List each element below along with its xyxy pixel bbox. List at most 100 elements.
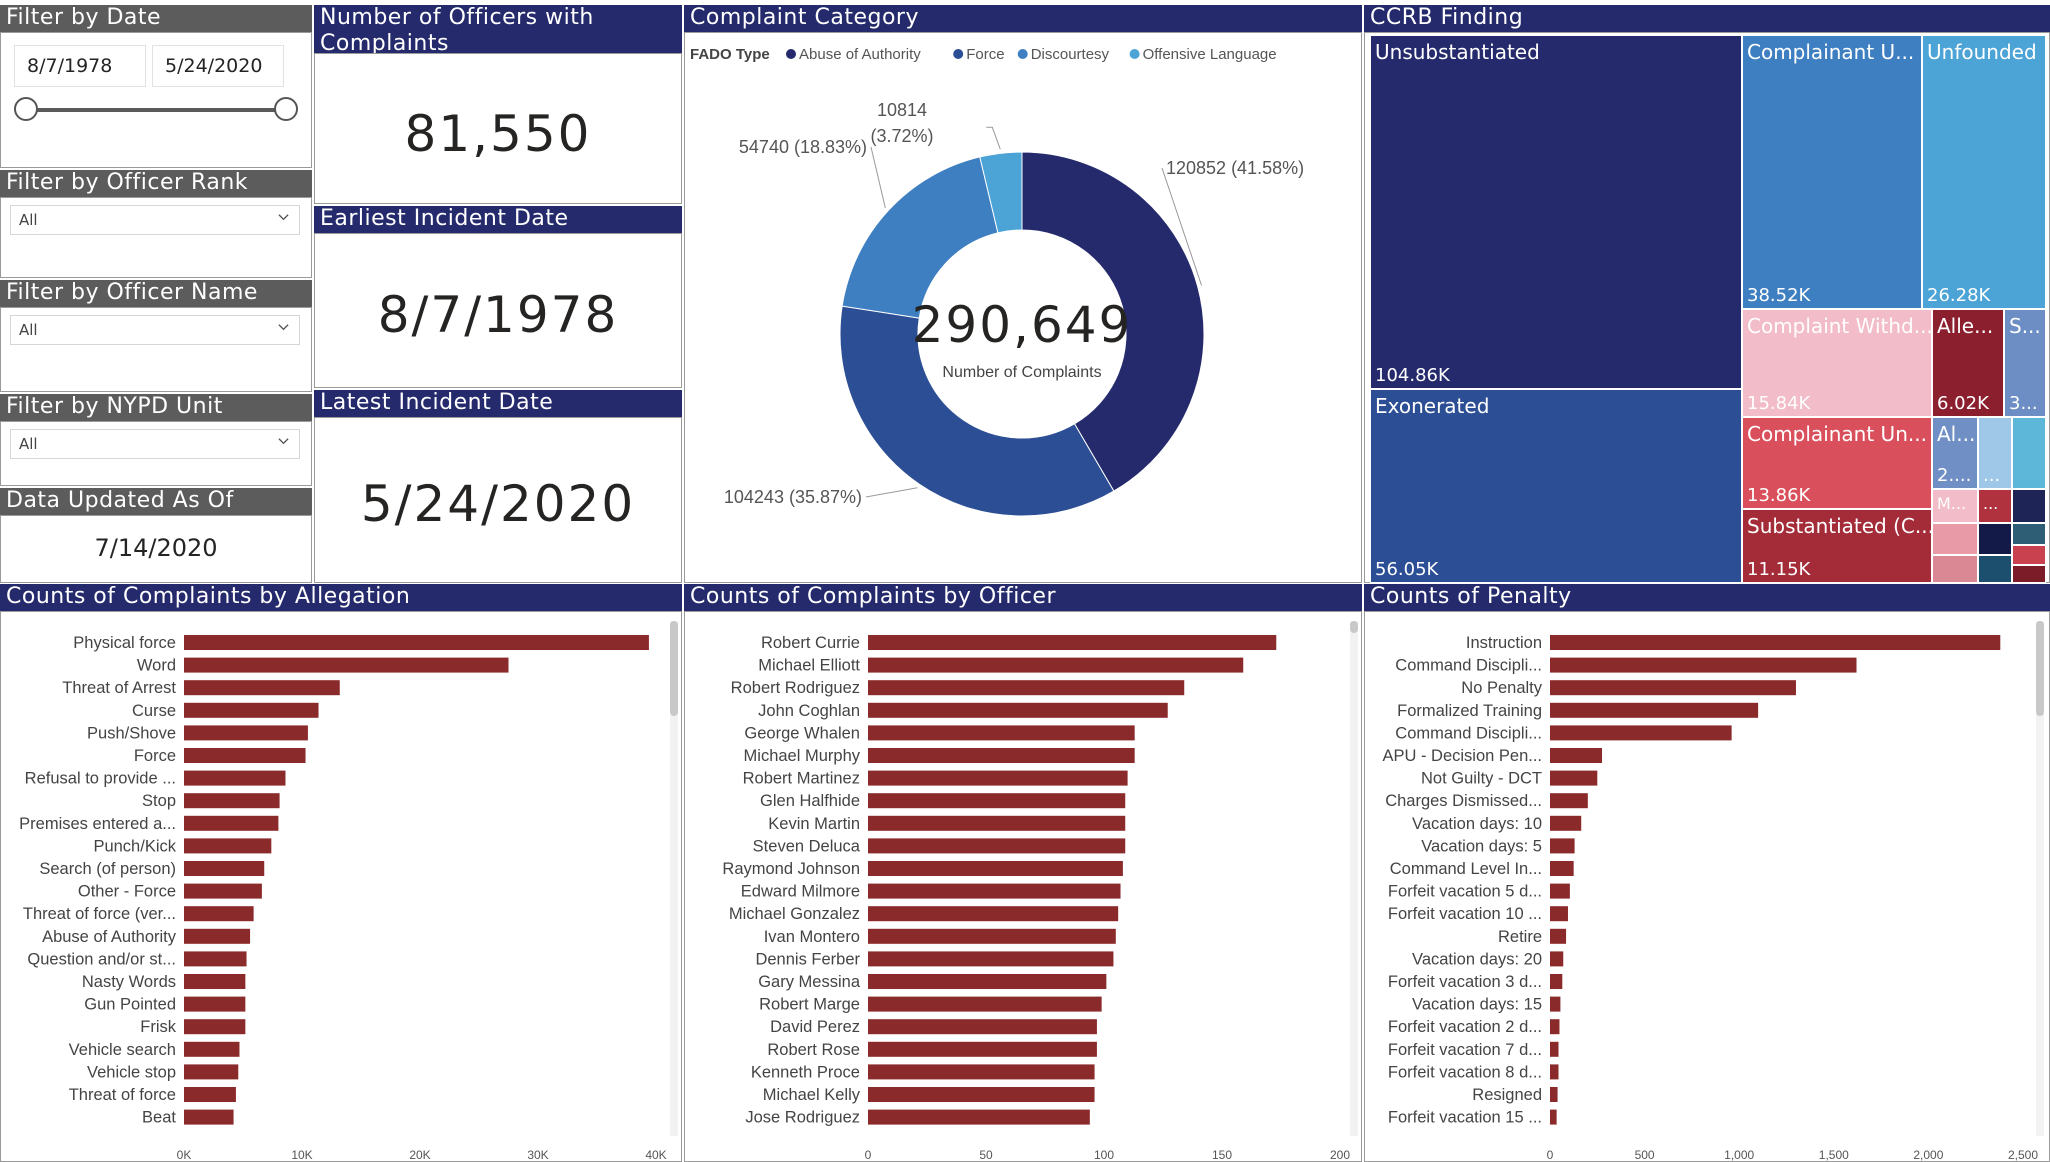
bar[interactable]: [184, 1019, 246, 1035]
treemap-tile-small-5[interactable]: [1932, 523, 1978, 555]
bar[interactable]: [868, 680, 1185, 696]
treemap-tile-unsubstantiated[interactable]: Unsubstantiated 104.86K: [1370, 35, 1742, 389]
bar[interactable]: [1550, 702, 1759, 718]
donut-slice[interactable]: [841, 156, 999, 319]
bar[interactable]: [184, 838, 272, 854]
bar[interactable]: [1550, 793, 1588, 809]
date-slider-start-handle[interactable]: [14, 97, 38, 121]
bar[interactable]: [184, 793, 280, 809]
bar[interactable]: [184, 906, 254, 922]
treemap-tile-small-10[interactable]: [2012, 545, 2046, 565]
bar[interactable]: [1550, 815, 1582, 831]
bar[interactable]: [1550, 1087, 1558, 1102]
bar[interactable]: [1550, 861, 1574, 876]
rank-dropdown[interactable]: All: [10, 205, 300, 235]
bar[interactable]: [1550, 996, 1561, 1012]
treemap-tile-small-4[interactable]: [2012, 489, 2046, 523]
bar[interactable]: [184, 1041, 240, 1057]
date-slider-track[interactable]: [28, 108, 286, 112]
bar[interactable]: [868, 974, 1107, 989]
officer-scroll-thumb[interactable]: [1350, 621, 1358, 633]
bar[interactable]: [184, 951, 247, 967]
bar[interactable]: [868, 815, 1126, 831]
bar[interactable]: [868, 1109, 1090, 1125]
allegation-bar-chart[interactable]: Physical force Word Threat of Arrest Curse P…: [0, 611, 682, 1162]
bar[interactable]: [1550, 1109, 1557, 1125]
bar[interactable]: [868, 635, 1277, 650]
start-date-input[interactable]: 8/7/1978: [14, 45, 146, 87]
bar[interactable]: [868, 770, 1128, 786]
bar[interactable]: [184, 725, 308, 741]
legend-item[interactable]: Force: [966, 46, 1004, 63]
bar[interactable]: [1550, 657, 1857, 673]
bar[interactable]: [1550, 1019, 1560, 1035]
bar[interactable]: [184, 1087, 236, 1102]
bar[interactable]: [184, 702, 319, 718]
penalty-scrollbar[interactable]: [2036, 621, 2044, 1136]
treemap-tile-complainant-uncooperative[interactable]: Complainant Un... 13.86K: [1742, 417, 1932, 509]
bar[interactable]: [1550, 680, 1796, 696]
bar[interactable]: [1550, 725, 1732, 741]
bar[interactable]: [184, 657, 509, 673]
bar[interactable]: [868, 1019, 1097, 1035]
treemap-tile-alleged-victim[interactable]: Alle... 6.02K: [1932, 309, 2004, 417]
bar[interactable]: [1550, 974, 1563, 989]
bar[interactable]: [868, 1041, 1097, 1057]
bar[interactable]: [868, 838, 1126, 854]
bar[interactable]: [184, 748, 306, 763]
date-slider-end-handle[interactable]: [274, 97, 298, 121]
legend-item[interactable]: Discourtesy: [1031, 46, 1110, 63]
bar[interactable]: [868, 861, 1123, 876]
treemap-tile-small-9[interactable]: [2012, 523, 2046, 545]
end-date-input[interactable]: 5/24/2020: [152, 45, 284, 87]
bar[interactable]: [868, 725, 1135, 741]
legend-item[interactable]: Offensive Language: [1143, 46, 1277, 63]
bar[interactable]: [868, 702, 1168, 718]
treemap-tile-complainant-unavailable[interactable]: Complainant U... 38.52K: [1742, 35, 1922, 309]
legend-item[interactable]: Abuse of Authority: [799, 46, 921, 63]
treemap-tile-s[interactable]: S... 3...: [2004, 309, 2046, 417]
allegation-scrollbar[interactable]: [670, 621, 678, 1136]
bar[interactable]: [184, 883, 262, 899]
treemap-tile-unfounded[interactable]: Unfounded 26.28K: [1922, 35, 2046, 309]
bar[interactable]: [184, 974, 246, 989]
bar[interactable]: [1550, 951, 1564, 967]
bar[interactable]: [184, 815, 279, 831]
bar[interactable]: [1550, 906, 1568, 922]
bar[interactable]: [184, 861, 265, 876]
treemap-tile-small-7[interactable]: [1978, 523, 2012, 555]
bar[interactable]: [868, 906, 1119, 922]
bar[interactable]: [184, 996, 246, 1012]
treemap-tile-complaint-withdrawn[interactable]: Complaint Withd... 15.84K: [1742, 309, 1932, 417]
bar[interactable]: [868, 883, 1121, 899]
bar[interactable]: [868, 951, 1114, 967]
treemap-tile-small-6[interactable]: [1932, 555, 1978, 583]
penalty-scroll-thumb[interactable]: [2036, 621, 2044, 716]
bar[interactable]: [868, 928, 1116, 944]
treemap-tile-small-1[interactable]: ...: [1978, 417, 2012, 489]
bar[interactable]: [868, 748, 1135, 763]
treemap-tile-small-3[interactable]: ...: [1978, 489, 2012, 523]
bar[interactable]: [868, 793, 1126, 809]
allegation-scroll-thumb[interactable]: [670, 621, 678, 716]
bar[interactable]: [184, 1064, 239, 1080]
officer-scrollbar[interactable]: [1350, 621, 1358, 1136]
bar[interactable]: [1550, 748, 1603, 763]
complaint-category-donut-chart[interactable]: FADO Type Abuse of Authority Force Discourt…: [684, 32, 1362, 583]
bar[interactable]: [1550, 928, 1567, 944]
bar[interactable]: [184, 1109, 234, 1125]
bar[interactable]: [868, 996, 1102, 1012]
treemap-tile-small-2[interactable]: [2012, 417, 2046, 489]
treemap-tile-substantiated[interactable]: Substantiated (C... 11.15K: [1742, 509, 1932, 583]
bar[interactable]: [184, 928, 251, 944]
treemap-tile-al[interactable]: Al... 2....: [1932, 417, 1978, 489]
treemap-tile-small-8[interactable]: [1978, 555, 2012, 583]
bar[interactable]: [868, 1087, 1095, 1102]
bar[interactable]: [184, 635, 649, 650]
bar[interactable]: [184, 680, 340, 696]
bar[interactable]: [1550, 1041, 1559, 1057]
bar[interactable]: [1550, 635, 2001, 650]
bar[interactable]: [868, 657, 1244, 673]
treemap-tile-small-11[interactable]: [2012, 565, 2046, 583]
bar[interactable]: [1550, 1064, 1559, 1080]
